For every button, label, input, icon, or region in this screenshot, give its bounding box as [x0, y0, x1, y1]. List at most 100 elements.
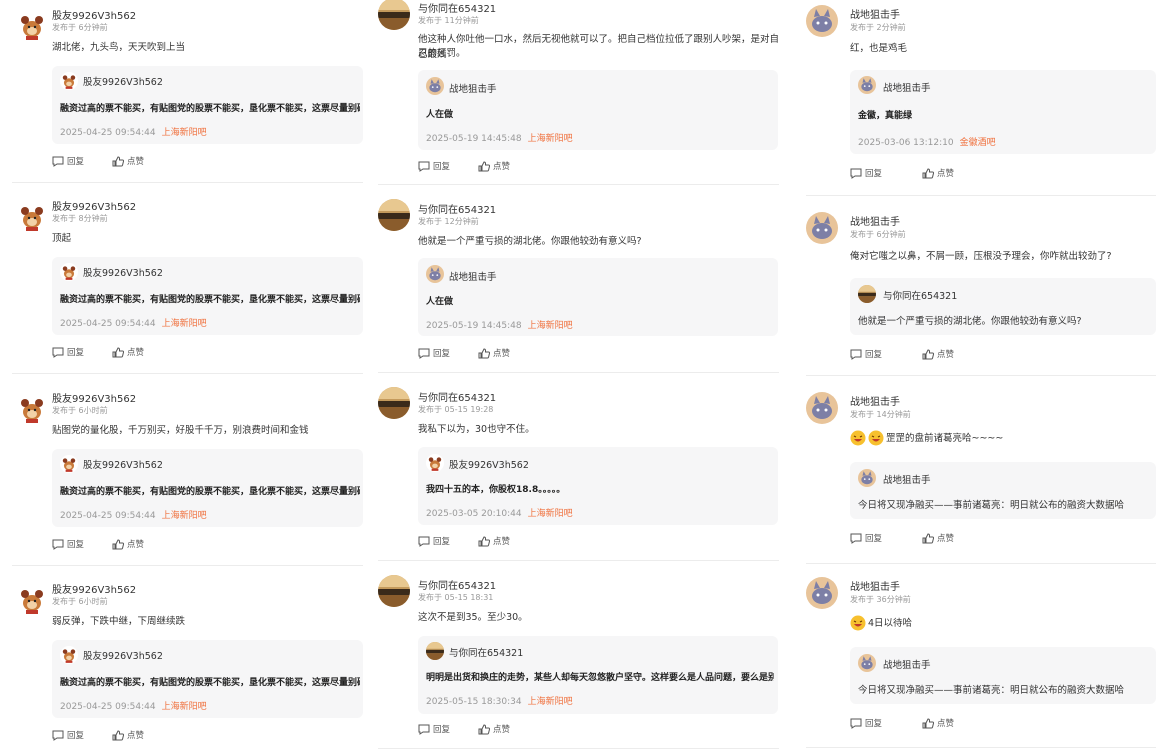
forum-link[interactable]: 上海新阳吧: [528, 509, 573, 519]
quoted-post[interactable]: 股友9926V3h562 我四十五的本，你股权18.8。。。。。 2025-03…: [418, 447, 778, 525]
like-button[interactable]: 点赞: [112, 346, 144, 358]
quoted-username[interactable]: 与你同在654321: [883, 288, 957, 302]
post-username[interactable]: 股友9926V3h562: [52, 390, 136, 405]
post-username[interactable]: 股友9926V3h562: [52, 198, 136, 213]
post-username[interactable]: 股友9926V3h562: [52, 7, 136, 22]
like-label: 点赞: [493, 725, 511, 735]
quoted-username[interactable]: 战地狙击手: [883, 80, 931, 94]
quoted-username[interactable]: 股友9926V3h562: [83, 648, 163, 662]
forum-link[interactable]: 上海新阳吧: [162, 702, 207, 712]
avatar[interactable]: [806, 577, 838, 609]
post-username[interactable]: 战地狙击手: [850, 393, 900, 408]
quoted-username[interactable]: 战地狙击手: [449, 269, 497, 283]
forum-link[interactable]: 上海新阳吧: [162, 319, 207, 329]
quoted-meta: 2025-04-25 09:54:44 上海新阳吧: [60, 508, 207, 521]
quoted-username[interactable]: 股友9926V3h562: [449, 457, 529, 471]
like-button[interactable]: 点赞: [112, 538, 144, 550]
avatar[interactable]: [378, 0, 410, 30]
post-actions: 回复 点赞: [850, 167, 982, 179]
reply-button[interactable]: 回复: [52, 729, 84, 741]
avatar[interactable]: [806, 5, 838, 37]
avatar[interactable]: [16, 393, 48, 425]
quoted-username[interactable]: 股友9926V3h562: [83, 265, 163, 279]
cartoon-avatar-icon: [16, 10, 48, 42]
post-username[interactable]: 战地狙击手: [850, 213, 900, 228]
avatar[interactable]: [806, 212, 838, 244]
quoted-post[interactable]: 与你同在654321 他就是一个严重亏损的湖北佬。你跟他较劲有意义吗?: [850, 278, 1156, 335]
quoted-post[interactable]: 战地狙击手 人在做 2025-05-19 14:45:48 上海新阳吧: [418, 258, 778, 336]
reply-button[interactable]: 回复: [418, 160, 450, 172]
forum-link[interactable]: 上海新阳吧: [528, 321, 573, 331]
quoted-post[interactable]: 战地狙击手 金徽，真能绿 2025-03-06 13:12:10 金徽酒吧: [850, 70, 1156, 154]
like-button[interactable]: 点赞: [922, 532, 954, 544]
reply-button[interactable]: 回复: [418, 723, 450, 735]
quoted-post[interactable]: 与你同在654321 明明是出货和换庄的走势，某些人却每天忽悠散户坚守。这样要么…: [418, 636, 778, 714]
post-time: 发布于 11分钟前: [418, 16, 479, 25]
quoted-username[interactable]: 战地狙击手: [883, 472, 931, 486]
quoted-username[interactable]: 战地狙击手: [449, 81, 497, 95]
like-button[interactable]: 点赞: [478, 347, 510, 359]
like-button[interactable]: 点赞: [922, 717, 954, 729]
forum-link[interactable]: 上海新阳吧: [162, 511, 207, 521]
avatar[interactable]: [16, 201, 48, 233]
reply-button[interactable]: 回复: [850, 348, 882, 360]
reply-button[interactable]: 回复: [418, 347, 450, 359]
forum-link[interactable]: 金徽酒吧: [960, 138, 996, 148]
quoted-post[interactable]: 股友9926V3h562 融资过高的票不能买，有贴图党的股票不能买，垦化票不能买…: [52, 257, 363, 335]
quoted-username[interactable]: 股友9926V3h562: [83, 74, 163, 88]
post-username[interactable]: 战地狙击手: [850, 6, 900, 21]
quoted-post[interactable]: 战地狙击手 今日将又现净融买——事前诸葛亮：明日就公布的融资大数据哈: [850, 462, 1156, 519]
quoted-post[interactable]: 股友9926V3h562 融资过高的票不能买，有贴图党的股票不能买，垦化票不能买…: [52, 449, 363, 527]
avatar[interactable]: [806, 392, 838, 424]
avatar[interactable]: [378, 199, 410, 231]
forum-link[interactable]: 上海新阳吧: [528, 697, 573, 707]
quoted-meta: 2025-03-06 13:12:10 金徽酒吧: [858, 135, 996, 148]
thumbs-up-icon: [478, 160, 491, 171]
quoted-post[interactable]: 战地狙击手 今日将又现净融买——事前诸葛亮：明日就公布的融资大数据哈: [850, 647, 1156, 704]
avatar[interactable]: [378, 575, 410, 607]
quoted-username[interactable]: 战地狙击手: [883, 657, 931, 671]
reply-button[interactable]: 回复: [52, 538, 84, 550]
quoted-username[interactable]: 与你同在654321: [449, 645, 523, 659]
comment-icon: [850, 349, 862, 360]
post-username[interactable]: 与你同在654321: [418, 577, 496, 592]
quoted-username[interactable]: 股友9926V3h562: [83, 457, 163, 471]
post-username[interactable]: 与你同在654321: [418, 389, 496, 404]
like-button[interactable]: 点赞: [112, 155, 144, 167]
like-button[interactable]: 点赞: [478, 723, 510, 735]
forum-link[interactable]: 上海新阳吧: [528, 134, 573, 144]
like-button[interactable]: 点赞: [478, 160, 510, 172]
quoted-text: 人在做: [426, 297, 454, 307]
like-label: 点赞: [127, 731, 145, 741]
laughing-emoji-icon: [850, 430, 866, 446]
quoted-text: 今日将又现净融买——事前诸葛亮：明日就公布的融资大数据哈: [858, 500, 1125, 511]
post-username[interactable]: 股友9926V3h562: [52, 581, 136, 596]
post-username[interactable]: 与你同在654321: [418, 0, 496, 15]
avatar[interactable]: [16, 10, 48, 42]
quoted-post[interactable]: 股友9926V3h562 融资过高的票不能买，有贴图党的股票不能买，垦化票不能买…: [52, 66, 363, 144]
reply-button[interactable]: 回复: [850, 167, 882, 179]
avatar[interactable]: [378, 387, 410, 419]
quoted-post[interactable]: 战地狙击手 人在做 2025-05-19 14:45:48 上海新阳吧: [418, 70, 778, 150]
avatar[interactable]: [16, 584, 48, 616]
like-button[interactable]: 点赞: [922, 348, 954, 360]
reply-button[interactable]: 回复: [850, 717, 882, 729]
like-label: 点赞: [127, 157, 145, 167]
reply-button[interactable]: 回复: [418, 535, 450, 547]
quoted-meta: 2025-04-25 09:54:44 上海新阳吧: [60, 699, 207, 712]
reply-button[interactable]: 回复: [52, 155, 84, 167]
post-text: 罡罡的盘前诸葛亮哈~~~~: [886, 432, 1004, 444]
laughing-emoji-icon: [850, 615, 866, 631]
post-actions: 回复 点赞: [52, 346, 172, 358]
like-button[interactable]: 点赞: [478, 535, 510, 547]
forum-link[interactable]: 上海新阳吧: [162, 128, 207, 138]
like-button[interactable]: 点赞: [112, 729, 144, 741]
post-username[interactable]: 与你同在654321: [418, 201, 496, 216]
reply-button[interactable]: 回复: [52, 346, 84, 358]
reply-button[interactable]: 回复: [850, 532, 882, 544]
like-button[interactable]: 点赞: [922, 167, 954, 179]
cartoon-avatar-icon: [60, 72, 78, 90]
post-username[interactable]: 战地狙击手: [850, 578, 900, 593]
quoted-post[interactable]: 股友9926V3h562 融资过高的票不能买，有贴图党的股票不能买，垦化票不能买…: [52, 640, 363, 718]
quoted-avatar: [426, 454, 444, 472]
